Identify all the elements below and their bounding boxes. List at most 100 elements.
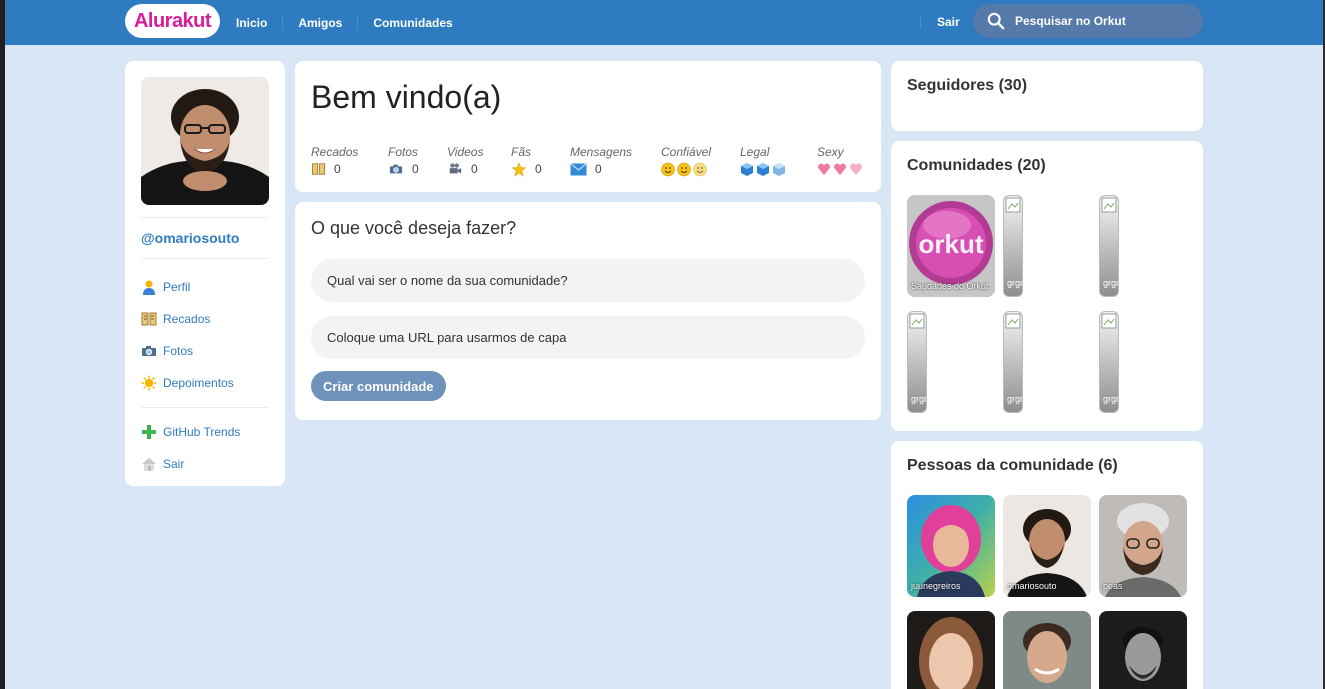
community-tile[interactable]: grgr: [1003, 195, 1091, 297]
star-icon: [511, 161, 527, 177]
people-grid: juunegreiros omariosouto peas: [907, 495, 1187, 689]
broken-image: grgr: [1003, 195, 1023, 297]
divider: [141, 217, 269, 218]
people-title[interactable]: Pessoas da comunidade (6): [907, 457, 1187, 475]
profile-username[interactable]: @omariosouto: [141, 230, 269, 246]
house-icon: [141, 456, 157, 472]
menu-item-github-trends[interactable]: GitHub Trends: [141, 416, 269, 448]
video-camera-icon: [447, 162, 463, 176]
person-name: omariosouto: [1007, 581, 1057, 591]
community-name: grgr: [911, 394, 927, 404]
menu-item-perfil[interactable]: Perfil: [141, 271, 269, 303]
window-left-edge: [0, 0, 5, 689]
community-tile[interactable]: grgr: [907, 311, 995, 413]
alurakut-logo[interactable]: Alurakut: [125, 4, 220, 38]
profile-sidebar: @omariosouto Perfil Recados Fotos Depoim…: [125, 61, 285, 486]
community-name: Saudades do Orkut: [911, 281, 989, 291]
plus-icon: [141, 424, 157, 440]
stat-value: 0: [412, 162, 419, 176]
stat-mensagens[interactable]: Mensagens 0: [570, 145, 661, 177]
top-navbar: Alurakut Inicio Amigos Comunidades Sair: [5, 0, 1323, 45]
person-tile[interactable]: [907, 611, 995, 689]
stat-label: Recados: [311, 145, 359, 159]
stat-fotos[interactable]: Fotos 0: [388, 145, 447, 177]
stat-fas[interactable]: Fãs 0: [511, 145, 570, 177]
community-name-input[interactable]: [311, 259, 865, 302]
person-name: juunegreiros: [911, 581, 961, 591]
community-tile[interactable]: grgr: [1099, 195, 1187, 297]
person-tile[interactable]: omariosouto: [1003, 495, 1091, 597]
create-community-form: O que você deseja fazer? Criar comunidad…: [295, 202, 881, 420]
user-icon: [141, 279, 157, 295]
person-tile[interactable]: [1003, 611, 1091, 689]
menu-label: Perfil: [163, 280, 191, 294]
broken-image-icon: [909, 313, 925, 329]
menu-item-fotos[interactable]: Fotos: [141, 335, 269, 367]
broken-image-icon: [1101, 197, 1117, 213]
create-community-button[interactable]: Criar comunidade: [311, 371, 446, 401]
menu-item-sair[interactable]: Sair: [141, 448, 269, 480]
envelope-icon: [570, 162, 587, 176]
broken-image-icon: [1005, 313, 1021, 329]
book-icon: [141, 311, 157, 327]
menu-label: GitHub Trends: [163, 425, 241, 439]
menu-label: Depoimentos: [163, 376, 234, 390]
stat-videos[interactable]: Videos 0: [447, 145, 511, 177]
rating-confiavel[interactable]: Confiável: [661, 145, 740, 177]
person-tile[interactable]: juunegreiros: [907, 495, 995, 597]
rating-sexy[interactable]: Sexy: [817, 145, 877, 177]
menu-item-depoimentos[interactable]: Depoimentos: [141, 367, 269, 399]
rating-legal[interactable]: Legal: [740, 145, 817, 177]
nav-comunidades[interactable]: Comunidades: [358, 16, 467, 30]
profile-avatar[interactable]: [141, 77, 269, 205]
menu-item-recados[interactable]: Recados: [141, 303, 269, 335]
stat-value: 0: [471, 162, 478, 176]
broken-image-icon: [1101, 313, 1117, 329]
nav-amigos[interactable]: Amigos: [283, 15, 359, 30]
community-tile[interactable]: grgr: [1003, 311, 1091, 413]
person-photo: [907, 611, 995, 689]
search-icon: [987, 12, 1005, 30]
broken-image-icon: [1005, 197, 1021, 213]
rating-label: Confiável: [661, 145, 712, 159]
svg-text:orkut: orkut: [919, 229, 984, 259]
search-box[interactable]: [973, 4, 1203, 38]
profile-stats: Recados 0 Fotos 0 Videos 0 Fãs 0 Mensage…: [311, 145, 877, 177]
smiley-icon-group: [661, 161, 740, 177]
cube-icon: [741, 162, 785, 176]
followers-box: Seguidores (30): [891, 61, 1203, 131]
community-people-box: Pessoas da comunidade (6) juunegreiros o…: [891, 441, 1203, 689]
stat-label: Mensagens: [570, 145, 633, 159]
logout-link[interactable]: Sair: [920, 15, 960, 29]
person-photo: [1099, 611, 1187, 689]
menu-label: Fotos: [163, 344, 194, 358]
followers-title[interactable]: Seguidores (30): [907, 77, 1187, 95]
community-tile[interactable]: grgr: [1099, 311, 1187, 413]
broken-image: grgr: [1099, 311, 1119, 413]
rating-label: Legal: [740, 145, 770, 159]
book-icon: [311, 162, 326, 176]
community-name: grgr: [1103, 394, 1119, 404]
sun-icon: [141, 375, 157, 391]
broken-image: grgr: [907, 311, 927, 413]
cube-icon-group: [740, 161, 817, 177]
broken-image: grgr: [1003, 311, 1023, 413]
menu-label: Recados: [163, 312, 211, 326]
welcome-card: Bem vindo(a) Recados 0 Fotos 0 Videos 0 …: [295, 61, 881, 192]
nav-inicio[interactable]: Inicio: [221, 15, 284, 30]
communities-title[interactable]: Comunidades (20): [907, 157, 1187, 175]
form-title: O que você deseja fazer?: [311, 218, 517, 238]
communities-box: Comunidades (20) orkut Saudades do Orkut…: [891, 141, 1203, 431]
heart-icon: [818, 163, 862, 175]
community-cover-url-input[interactable]: [311, 316, 865, 359]
person-tile[interactable]: peas: [1099, 495, 1187, 597]
search-input[interactable]: [1015, 14, 1195, 28]
stat-recados[interactable]: Recados 0: [311, 145, 388, 177]
person-tile[interactable]: [1099, 611, 1187, 689]
divider: [141, 258, 269, 259]
community-tile[interactable]: orkut Saudades do Orkut: [907, 195, 995, 297]
communities-grid: orkut Saudades do Orkut grgr grgr grgr g…: [907, 195, 1187, 413]
stat-value: 0: [334, 162, 341, 176]
camera-icon: [141, 343, 157, 359]
stat-value: 0: [595, 162, 602, 176]
